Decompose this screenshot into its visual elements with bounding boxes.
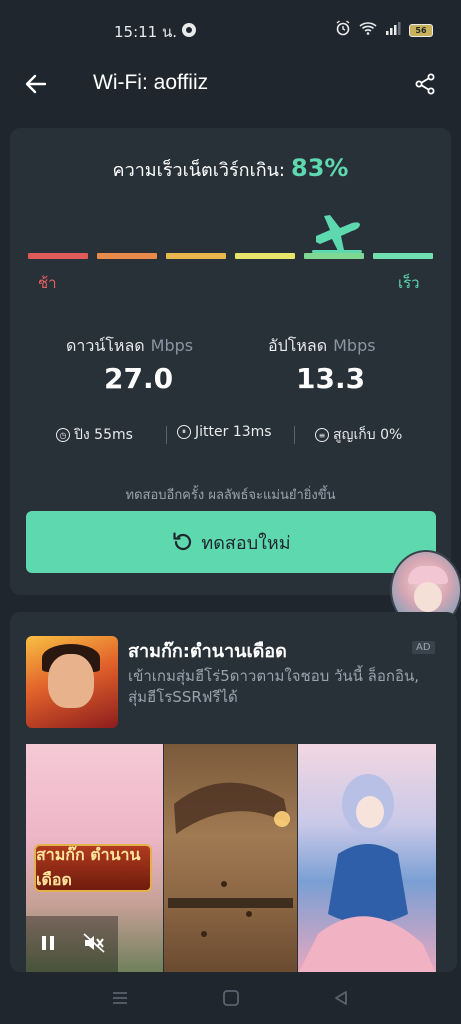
speed-scale [28, 253, 435, 261]
ping-stat: ◷ ปิง 55ms [56, 424, 133, 446]
home-square-icon [223, 990, 239, 1006]
pause-icon[interactable] [38, 933, 58, 957]
retest-button[interactable]: ทดสอบใหม่ [26, 511, 436, 573]
back-nav-button[interactable] [329, 986, 353, 1010]
retest-button-label: ทดสอบใหม่ [201, 532, 291, 554]
ad-video[interactable]: สามก๊ก ตำนานเดือด [26, 744, 436, 972]
ping-icon: ◷ [56, 428, 70, 442]
retest-hint: ทดสอบอีกครั้ง ผลลัพธ์จะแม่นยำยิ่งขึ้น [125, 488, 336, 503]
divider [294, 426, 295, 444]
quality-label: ความเร็วเน็ตเวิร์กเกิน: [112, 160, 285, 181]
download-unit: Mbps [150, 336, 194, 355]
upload-value: 13.3 [296, 362, 366, 395]
signal-icon [385, 21, 401, 39]
ad-title[interactable]: สามก๊ก:ตำนานเดือด [128, 636, 287, 665]
download-label: ดาวน์โหลด Mbps [66, 334, 193, 359]
ad-battle-scene [168, 782, 293, 937]
speed-result-card: ความเร็วเน็ตเวิร์กเกิน: 83% ช้า เร็ว ดาวน… [10, 128, 451, 595]
scale-fast-label: เร็ว [398, 274, 420, 292]
upload-label: อัปโหลด Mbps [268, 334, 376, 359]
status-time: 15:11 น. [114, 23, 178, 41]
scale-segment [373, 253, 433, 259]
wifi-icon [359, 21, 377, 39]
stats-row: ◷ ปิง 55ms ⏸ Jitter 13ms ≡ สูญเก็บ 0% [10, 424, 451, 448]
page-title: Wi-Fi: aoffiiz [93, 71, 209, 94]
ad-card[interactable]: สามก๊ก:ตำนานเดือด AD เข้าเกมสุ่มฮีโร่5ดา… [10, 612, 457, 972]
scale-segment [28, 253, 88, 259]
status-bar: 15:11 น. 56 [0, 0, 461, 60]
scale-segment [304, 253, 364, 259]
loss-text: สูญเก็บ 0% [333, 427, 403, 443]
scale-segment [235, 253, 295, 259]
ad-game-logo: สามก๊ก ตำนานเดือด [34, 844, 152, 892]
airplane-icon [312, 215, 362, 253]
arrow-left-icon [25, 74, 47, 94]
share-icon [415, 73, 435, 95]
scale-slow-label: ช้า [38, 274, 57, 292]
ad-icon-face [48, 654, 94, 708]
quality-percent: 83% [291, 154, 349, 182]
ad-video-panel: สามก๊ก ตำนานเดือด [26, 744, 163, 972]
upload-unit: Mbps [333, 336, 376, 355]
loss-stat: ≡ สูญเก็บ 0% [315, 424, 402, 446]
ad-character-art [299, 774, 436, 972]
jitter-icon: ⏸ [177, 425, 191, 439]
scale-segment [97, 253, 157, 259]
download-value: 27.0 [104, 362, 174, 395]
network-quality: ความเร็วเน็ตเวิร์กเกิน: 83% [10, 154, 451, 184]
chrome-icon [182, 23, 196, 37]
back-button[interactable] [20, 68, 52, 100]
scale-segment [166, 253, 226, 259]
ping-text: ปิง 55ms [74, 427, 133, 443]
alarm-icon [335, 20, 351, 40]
recents-button[interactable] [108, 986, 132, 1010]
packet-loss-icon: ≡ [315, 428, 329, 442]
divider [166, 426, 167, 444]
ad-video-controls [26, 916, 118, 972]
download-label-text: ดาวน์โหลด [66, 336, 145, 355]
app-bar: Wi-Fi: aoffiiz [0, 60, 461, 110]
ad-video-panel [298, 744, 436, 972]
menu-icon [113, 992, 127, 1004]
jitter-stat: ⏸ Jitter 13ms [177, 424, 272, 440]
battery-icon: 56 [409, 23, 433, 37]
ad-app-icon[interactable] [26, 636, 118, 728]
triangle-back-icon [335, 991, 347, 1005]
upload-label-text: อัปโหลด [268, 336, 328, 355]
ad-badge: AD [412, 641, 435, 654]
system-nav-bar [0, 972, 461, 1024]
ad-description: เข้าเกมสุ่มฮีโร่5ดาวตามใจชอบ วันนี้ ล็อก… [128, 667, 419, 706]
ad-video-panel [164, 744, 297, 972]
jitter-text: Jitter 13ms [195, 424, 272, 440]
mute-icon[interactable] [82, 932, 106, 958]
home-button[interactable] [219, 986, 243, 1010]
status-icons: 56 [335, 20, 433, 40]
refresh-icon [173, 532, 192, 551]
share-button[interactable] [411, 70, 439, 98]
